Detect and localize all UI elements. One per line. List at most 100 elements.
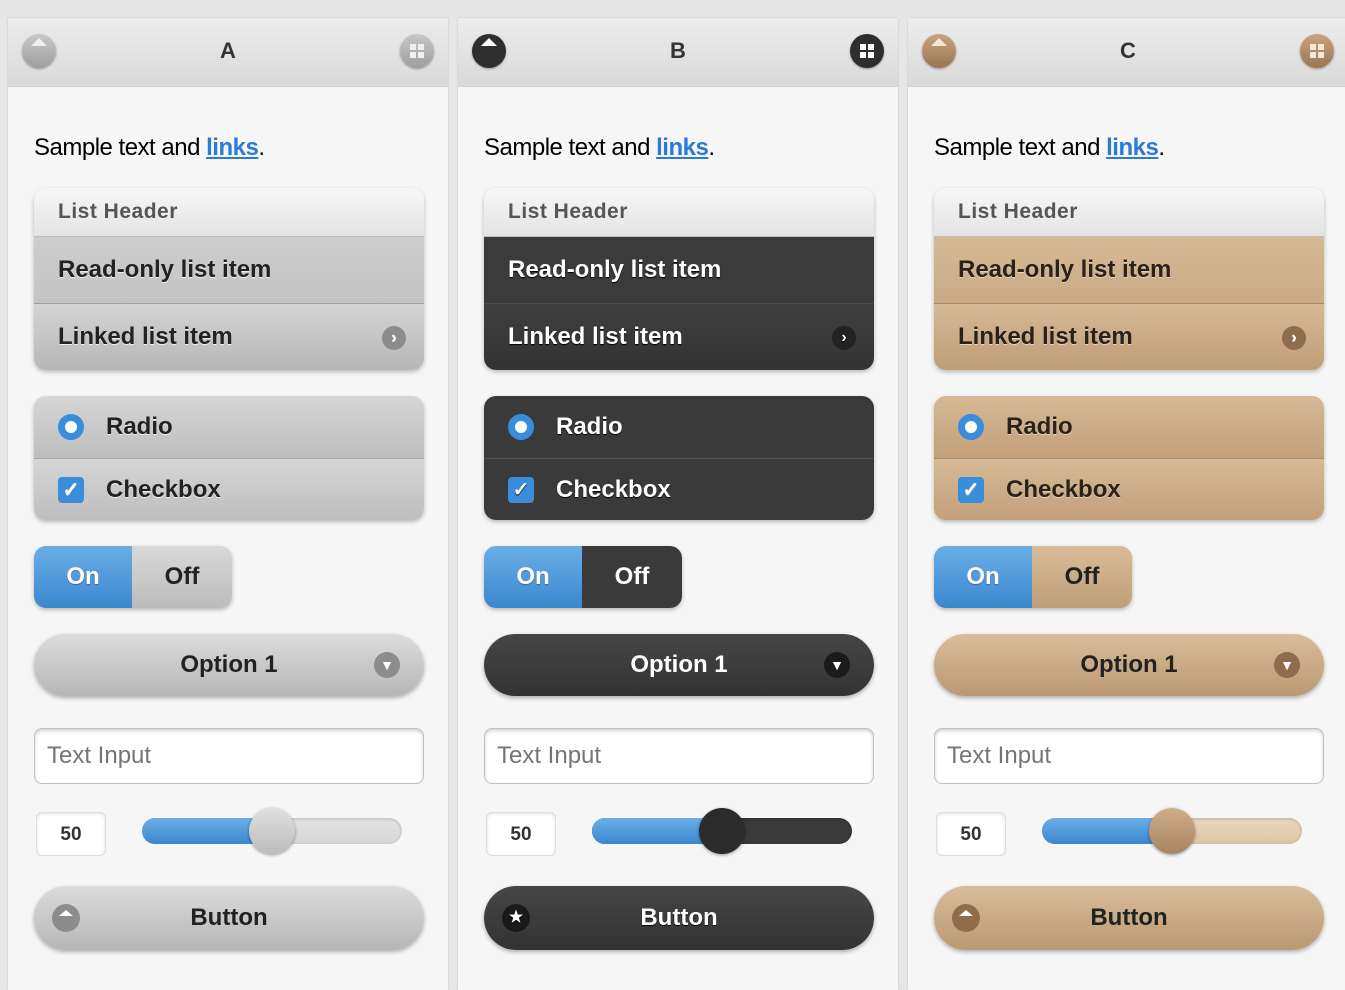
toggle-on[interactable]: On xyxy=(934,546,1032,608)
sample-link[interactable]: links xyxy=(1106,134,1159,161)
sample-suffix: . xyxy=(1158,134,1165,161)
list-view: List Header Read-only list item Linked l… xyxy=(34,188,424,370)
grid-button[interactable] xyxy=(400,34,434,68)
header-bar: A xyxy=(8,18,448,87)
button-label: Button xyxy=(1090,904,1168,931)
sample-text: Sample text and links. xyxy=(934,134,1165,162)
toggle-off[interactable]: Off xyxy=(1032,546,1132,608)
select-value: Option 1 xyxy=(630,651,728,678)
linked-list-item[interactable]: Linked list item › xyxy=(484,303,874,370)
text-input[interactable] xyxy=(34,728,424,784)
readonly-list-item: Read-only list item xyxy=(934,237,1324,303)
radio-icon[interactable] xyxy=(508,414,534,440)
radio-icon[interactable] xyxy=(958,414,984,440)
radio-icon[interactable] xyxy=(58,414,84,440)
header-bar: C xyxy=(908,18,1345,87)
checkbox-option[interactable]: ✓ Checkbox xyxy=(934,458,1324,520)
main-button[interactable]: ★ Button xyxy=(484,886,874,950)
flip-toggle[interactable]: On Off xyxy=(934,546,1132,608)
toggle-on[interactable]: On xyxy=(34,546,132,608)
chevron-down-icon: ▼ xyxy=(1274,652,1300,678)
slider-track[interactable] xyxy=(592,808,852,854)
arrow-right-icon: › xyxy=(832,326,856,350)
button-label: Button xyxy=(190,904,268,931)
slider-track[interactable] xyxy=(1042,808,1302,854)
slider-handle[interactable] xyxy=(249,808,295,854)
radio-label: Radio xyxy=(556,413,623,440)
arrow-right-icon: › xyxy=(1282,326,1306,350)
flip-toggle[interactable]: On Off xyxy=(484,546,682,608)
sample-text: Sample text and links. xyxy=(484,134,715,162)
sample-suffix: . xyxy=(708,134,715,161)
chevron-down-icon: ▼ xyxy=(824,652,850,678)
grid-icon xyxy=(1310,44,1324,58)
checkbox-label: Checkbox xyxy=(1006,476,1121,503)
grid-icon xyxy=(410,44,424,58)
linked-list-item-label: Linked list item xyxy=(58,323,233,350)
readonly-list-item: Read-only list item xyxy=(34,237,424,303)
linked-list-item-label: Linked list item xyxy=(508,323,683,350)
sample-suffix: . xyxy=(258,134,265,161)
sample-link[interactable]: links xyxy=(656,134,709,161)
grid-button[interactable] xyxy=(850,34,884,68)
main-button[interactable]: Button xyxy=(34,886,424,950)
toggle-off[interactable]: Off xyxy=(132,546,232,608)
slider-value-input[interactable]: 50 xyxy=(936,812,1006,856)
text-input[interactable] xyxy=(484,728,874,784)
star-icon: ★ xyxy=(502,904,530,932)
select-value: Option 1 xyxy=(1080,651,1178,678)
slider-handle[interactable] xyxy=(699,808,745,854)
control-group: Radio ✓ Checkbox xyxy=(934,396,1324,520)
grid-button[interactable] xyxy=(1300,34,1334,68)
checkbox-icon[interactable]: ✓ xyxy=(508,477,534,503)
slider-track[interactable] xyxy=(142,808,402,854)
slider-handle[interactable] xyxy=(1149,808,1195,854)
checkbox-label: Checkbox xyxy=(556,476,671,503)
home-icon xyxy=(52,904,80,932)
select-menu[interactable]: Option 1 ▼ xyxy=(934,634,1324,696)
main-button[interactable]: Button xyxy=(934,886,1324,950)
list-view: List Header Read-only list item Linked l… xyxy=(484,188,874,370)
list-header: List Header xyxy=(34,188,424,237)
readonly-list-item: Read-only list item xyxy=(484,237,874,303)
flip-toggle[interactable]: On Off xyxy=(34,546,232,608)
checkbox-option[interactable]: ✓ Checkbox xyxy=(484,458,874,520)
theme-panel-b: B Sample text and links. List Header Rea… xyxy=(458,18,898,990)
radio-label: Radio xyxy=(106,413,173,440)
page-title: B xyxy=(670,38,686,63)
select-value: Option 1 xyxy=(180,651,278,678)
arrow-right-icon: › xyxy=(382,326,406,350)
sample-link[interactable]: links xyxy=(206,134,259,161)
control-group: Radio ✓ Checkbox xyxy=(484,396,874,520)
checkbox-option[interactable]: ✓ Checkbox xyxy=(34,458,424,520)
radio-option[interactable]: Radio xyxy=(34,396,424,458)
slider-value-input[interactable]: 50 xyxy=(36,812,106,856)
grid-icon xyxy=(860,44,874,58)
linked-list-item-label: Linked list item xyxy=(958,323,1133,350)
toggle-on[interactable]: On xyxy=(484,546,582,608)
select-menu[interactable]: Option 1 ▼ xyxy=(34,634,424,696)
select-menu[interactable]: Option 1 ▼ xyxy=(484,634,874,696)
checkbox-label: Checkbox xyxy=(106,476,221,503)
linked-list-item[interactable]: Linked list item › xyxy=(934,303,1324,370)
sample-text-label: Sample text and xyxy=(934,134,1107,161)
radio-option[interactable]: Radio xyxy=(934,396,1324,458)
sample-text-label: Sample text and xyxy=(484,134,657,161)
page-title: A xyxy=(220,38,236,63)
list-view: List Header Read-only list item Linked l… xyxy=(934,188,1324,370)
linked-list-item[interactable]: Linked list item › xyxy=(34,303,424,370)
chevron-down-icon: ▼ xyxy=(374,652,400,678)
slider-value-input[interactable]: 50 xyxy=(486,812,556,856)
checkbox-icon[interactable]: ✓ xyxy=(958,477,984,503)
text-input[interactable] xyxy=(934,728,1324,784)
toggle-off[interactable]: Off xyxy=(582,546,682,608)
sample-text: Sample text and links. xyxy=(34,134,265,162)
button-label: Button xyxy=(640,904,718,931)
theme-panel-a: A Sample text and links. List Header Rea… xyxy=(8,18,448,990)
radio-option[interactable]: Radio xyxy=(484,396,874,458)
theme-panel-c: C Sample text and links. List Header Rea… xyxy=(908,18,1345,990)
page-title: C xyxy=(1120,38,1136,63)
list-header: List Header xyxy=(934,188,1324,237)
checkbox-icon[interactable]: ✓ xyxy=(58,477,84,503)
radio-label: Radio xyxy=(1006,413,1073,440)
